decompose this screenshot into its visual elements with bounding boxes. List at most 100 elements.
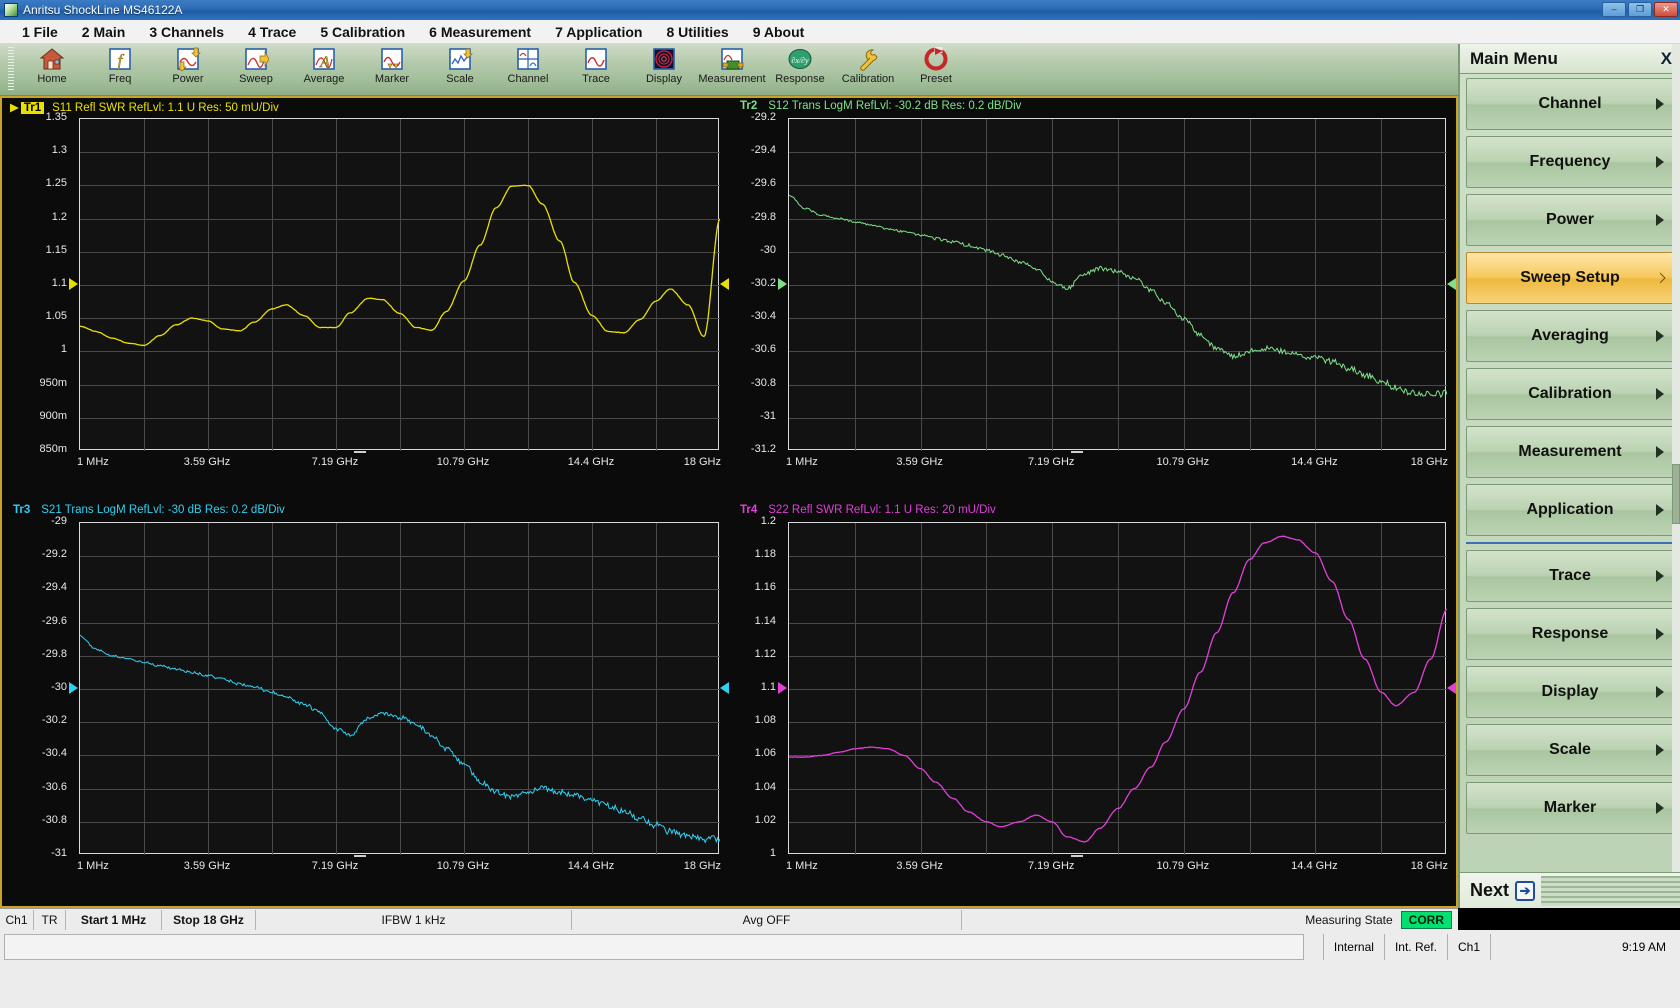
status-mode[interactable]: TR: [34, 909, 66, 930]
menu-item-sweep-setup[interactable]: Sweep Setup: [1466, 252, 1674, 304]
status-ifbw[interactable]: IFBW 1 kHz: [256, 909, 572, 930]
main-menu-close-icon[interactable]: X: [1661, 49, 1672, 69]
toolbar-response-button[interactable]: ∂x/∂y Response: [766, 44, 834, 94]
toolbar-calibration-button[interactable]: Calibration: [834, 44, 902, 94]
toolbar-scale-button[interactable]: Scale: [426, 44, 494, 94]
sweep-indicator: [354, 855, 367, 857]
y-axis-tick-label: 850m: [39, 443, 67, 455]
power-icon: [175, 46, 201, 72]
status-start-freq[interactable]: Start 1 MHz: [66, 909, 162, 930]
toolbar-button-label: Display: [645, 73, 683, 85]
trace-pane-tr1[interactable]: ▶ Tr1 S11 Refl SWR RefLvl: 1.1 U Res: 50 m…: [2, 98, 729, 502]
reference-marker-left-tr3[interactable]: [69, 682, 78, 694]
reference-marker-right-tr2[interactable]: [1447, 278, 1456, 290]
reference-marker-right-tr3[interactable]: [720, 682, 729, 694]
trace-pane-tr2[interactable]: Tr2 S12 Trans LogM RefLvl: -30.2 dB Res: …: [729, 98, 1456, 502]
menu-file[interactable]: 1 File: [10, 22, 70, 42]
application-window: Anritsu ShockLine MS46122A – ❐ ✕ 1 File 2…: [0, 0, 1680, 1008]
menu-item-marker[interactable]: Marker: [1466, 782, 1674, 834]
toolbar-button-label: Scale: [446, 73, 474, 85]
x-axis-tick-label: 10.79 GHz: [436, 456, 490, 468]
menu-main[interactable]: 2 Main: [70, 22, 138, 42]
main-menu-scrollbar[interactable]: [1672, 44, 1680, 908]
menu-item-scale[interactable]: Scale: [1466, 724, 1674, 776]
plot-tr3[interactable]: [79, 522, 720, 855]
bottom-channel[interactable]: Ch1: [1446, 934, 1490, 960]
x-axis-tick-label: 18 GHz: [683, 860, 721, 872]
toolbar-measurement-button[interactable]: Measurement: [698, 44, 766, 94]
plot-tr2[interactable]: [788, 118, 1447, 451]
y-axis-tick-label: -30.2: [750, 277, 776, 289]
bottom-reference[interactable]: Int. Ref.: [1383, 934, 1447, 960]
menu-calibration[interactable]: 5 Calibration: [308, 22, 417, 42]
reference-marker-right-tr1[interactable]: [720, 278, 729, 290]
toolbar-marker-button[interactable]: Marker: [358, 44, 426, 94]
y-axis-tick-label: 1: [769, 847, 776, 859]
y-axis-tick-label: -31.2: [750, 443, 776, 455]
menu-item-power[interactable]: Power: [1466, 194, 1674, 246]
reference-marker-left-tr4[interactable]: [778, 682, 787, 694]
minimize-button[interactable]: –: [1602, 2, 1626, 17]
menu-about[interactable]: 9 About: [741, 22, 817, 42]
status-channel[interactable]: Ch1: [0, 909, 34, 930]
next-button[interactable]: Next ➔: [1460, 872, 1680, 908]
menu-item-frequency[interactable]: Frequency: [1466, 136, 1674, 188]
menu-trace[interactable]: 4 Trace: [236, 22, 308, 42]
status-averaging[interactable]: Avg OFF: [572, 909, 962, 930]
menu-item-averaging[interactable]: Averaging: [1466, 310, 1674, 362]
y-axis-tick-label: 1.08: [754, 714, 776, 726]
reference-marker-right-tr4[interactable]: [1447, 682, 1456, 694]
trace-pane-tr4[interactable]: Tr4 S22 Refl SWR RefLvl: 1.1 U Res: 20 mU…: [729, 502, 1456, 906]
menu-application[interactable]: 7 Application: [543, 22, 654, 42]
y-axis-tick-label: 1.16: [754, 581, 776, 593]
window-title: Anritsu ShockLine MS46122A: [23, 3, 183, 17]
reference-marker-left-tr2[interactable]: [778, 278, 787, 290]
toolbar-grip[interactable]: [8, 47, 14, 91]
y-axis-tick-label: -29.8: [750, 211, 776, 223]
y-axis-tick-label: 1.02: [754, 814, 776, 826]
toolbar-home-button[interactable]: Home: [18, 44, 86, 94]
y-axis-tick-label: 1.25: [45, 177, 67, 189]
menu-item-channel[interactable]: Channel: [1466, 78, 1674, 130]
menu-measurement[interactable]: 6 Measurement: [417, 22, 543, 42]
plot-tr1[interactable]: [79, 118, 720, 451]
sweep-indicator: [1070, 451, 1083, 453]
toolbar-button-label: Trace: [582, 73, 610, 85]
channel-icon: [515, 46, 541, 72]
maximize-button[interactable]: ❐: [1628, 2, 1652, 17]
toolbar-display-button[interactable]: Display: [630, 44, 698, 94]
menu-item-display[interactable]: Display: [1466, 666, 1674, 718]
close-button[interactable]: ✕: [1654, 2, 1678, 17]
x-axis-tick-label: 1 MHz: [77, 860, 109, 872]
trace-settings-text-tr4: S22 Refl SWR RefLvl: 1.1 U Res: 20 mU/Di…: [768, 504, 996, 516]
x-axis-tick-label: 1 MHz: [77, 456, 109, 468]
y-axis-tick-label: 900m: [39, 410, 67, 422]
menu-item-application[interactable]: Application: [1466, 484, 1674, 536]
home-icon: [39, 46, 65, 72]
toolbar-freq-button[interactable]: f Freq: [86, 44, 154, 94]
menu-utilities[interactable]: 8 Utilities: [654, 22, 740, 42]
graph-area[interactable]: www.tehencom.com ▶Tr1S11 Refl SWR RefLvl…: [0, 96, 1458, 908]
reference-marker-left-tr1[interactable]: [69, 278, 78, 290]
menu-item-response[interactable]: Response: [1466, 608, 1674, 660]
menu-item-measurement[interactable]: Measurement: [1466, 426, 1674, 478]
scrollbar-thumb[interactable]: [1672, 464, 1680, 524]
toolbar-trace-button[interactable]: Trace: [562, 44, 630, 94]
toolbar-power-button[interactable]: Power: [154, 44, 222, 94]
trace-pane-tr3[interactable]: Tr3 S21 Trans LogM RefLvl: -30 dB Res: 0.…: [2, 502, 729, 906]
scale-icon: [447, 46, 473, 72]
status-stop-freq[interactable]: Stop 18 GHz: [162, 909, 256, 930]
bottom-source[interactable]: Internal: [1322, 934, 1384, 960]
toolbar-preset-button[interactable]: Preset: [902, 44, 970, 94]
x-axis-tick-label: 14.4 GHz: [1291, 860, 1338, 872]
y-axis-tick-label: -29.6: [750, 177, 776, 189]
toolbar-sweep-button[interactable]: Sweep: [222, 44, 290, 94]
toolbar-channel-button[interactable]: Channel: [494, 44, 562, 94]
menu-item-trace[interactable]: Trace: [1466, 550, 1674, 602]
toolbar-average-button[interactable]: A Average: [290, 44, 358, 94]
y-axis-tick-label: 950m: [39, 377, 67, 389]
plot-tr4[interactable]: [788, 522, 1447, 855]
menu-item-calibration[interactable]: Calibration: [1466, 368, 1674, 420]
menu-item-label: Power: [1545, 210, 1594, 228]
menu-channels[interactable]: 3 Channels: [137, 22, 236, 42]
